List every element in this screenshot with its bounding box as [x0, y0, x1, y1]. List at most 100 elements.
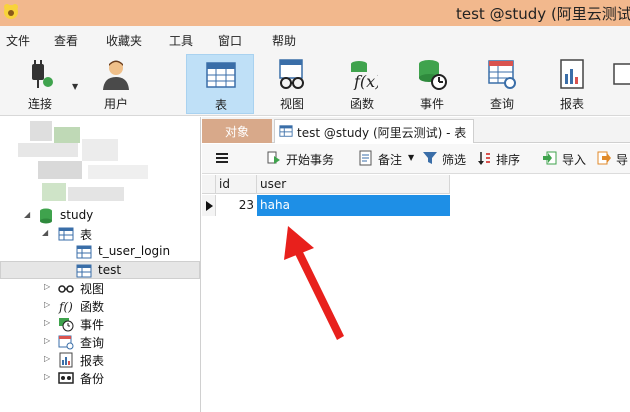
event-icon [419, 60, 447, 90]
grid-cell-id[interactable]: 23 [216, 195, 257, 216]
tree-tables-label: 表 [80, 228, 93, 242]
export-button[interactable]: 导 [596, 150, 630, 168]
tree-functions-label: 函数 [80, 300, 105, 314]
query-icon [58, 335, 74, 350]
begin-transaction-button[interactable]: 开始事务 [266, 150, 342, 168]
expand-arrow-icon[interactable]: ▷ [44, 336, 50, 345]
menu-file[interactable]: 文件 [6, 32, 30, 49]
expand-arrow-icon[interactable]: ▷ [44, 318, 50, 327]
report-label: 报表 [559, 97, 584, 111]
tab-objects[interactable]: 对象 [202, 119, 272, 143]
table-button[interactable]: 表 [186, 54, 254, 114]
function-button[interactable]: f(x) 函数 [330, 54, 394, 114]
tree-db-study[interactable]: ◢ study [0, 207, 200, 225]
expand-arrow-icon[interactable]: ▷ [44, 300, 50, 309]
view-button[interactable]: 视图 [260, 54, 324, 114]
connect-dropdown-icon[interactable]: ▼ [72, 82, 78, 91]
tab-bar: 对象 test @study (阿里云测试) - 表 [202, 117, 630, 143]
svg-text:f(x): f(x) [353, 72, 378, 90]
connect-button[interactable]: 连接 [8, 54, 72, 114]
table-icon [279, 125, 293, 137]
table-icon [206, 62, 236, 88]
tab-doc-label: test @study (阿里云测试) - 表 [297, 126, 467, 140]
expand-arrow-icon[interactable]: ▷ [44, 282, 50, 291]
expand-arrow-icon[interactable]: ▷ [44, 354, 50, 363]
function-icon: f() [58, 300, 73, 314]
export-icon [597, 151, 611, 165]
event-button[interactable]: 事件 [400, 54, 464, 114]
tree-table-t-user-login[interactable]: t_user_login [0, 243, 200, 261]
tree-events-group[interactable]: ▷ 事件 [0, 315, 200, 333]
tree-queries-group[interactable]: ▷ 查询 [0, 333, 200, 351]
current-row-arrow-icon [206, 201, 213, 211]
backup-icon [58, 372, 74, 384]
menu-window[interactable]: 窗口 [218, 32, 242, 49]
tree-reports-label: 报表 [80, 354, 105, 368]
query-label: 查询 [489, 97, 514, 111]
tree-table-test[interactable]: test [0, 261, 200, 279]
plug-icon [32, 60, 53, 88]
svg-text:f(): f() [58, 300, 73, 314]
event-label: 事件 [419, 97, 444, 111]
memo-icon [359, 150, 372, 166]
menu-bar: 文件 查看 收藏夹 工具 窗口 帮助 [0, 26, 630, 52]
column-header-id[interactable]: id [216, 175, 257, 194]
collapse-arrow-icon[interactable]: ◢ [42, 228, 48, 237]
column-header-user[interactable]: user [257, 175, 450, 194]
import-icon [543, 151, 557, 165]
row-indicator[interactable] [202, 195, 216, 216]
report-button[interactable]: 报表 [540, 54, 604, 114]
table-icon [76, 264, 92, 278]
tab-table-test[interactable]: test @study (阿里云测试) - 表 [274, 119, 474, 143]
menu-button[interactable] [214, 150, 234, 168]
tree-backups-label: 备份 [80, 372, 105, 386]
memo-button[interactable]: 备注 ▼ [358, 150, 414, 168]
query-button[interactable]: 查询 [470, 54, 534, 114]
tree-events-label: 事件 [80, 318, 105, 332]
row-header-corner [202, 175, 216, 194]
function-label: 函数 [349, 97, 374, 111]
memo-dropdown-icon[interactable]: ▼ [408, 153, 414, 162]
report-icon [560, 59, 584, 89]
toolbar-overflow-button[interactable] [610, 54, 630, 114]
tree-reports-group[interactable]: ▷ 报表 [0, 351, 200, 369]
event-icon [59, 318, 74, 332]
title-bar: test @study (阿里云测试) [0, 0, 630, 26]
sort-icon [478, 152, 490, 165]
tree-views-label: 视图 [80, 282, 105, 296]
user-label: 用户 [103, 97, 128, 111]
user-button[interactable]: 用户 [84, 54, 148, 114]
menu-view[interactable]: 查看 [54, 32, 78, 49]
blurred-region [8, 121, 158, 207]
tree-backups-group[interactable]: ▷ 备份 [0, 369, 200, 387]
query-icon [488, 60, 516, 89]
tree-table-label: t_user_login [98, 244, 171, 258]
menu-help[interactable]: 帮助 [272, 32, 296, 49]
tree-table-label: test [98, 263, 122, 277]
table-toolbar: 开始事务 备注 ▼ 筛选 排序 导入 导 [202, 144, 630, 174]
transaction-icon [267, 151, 280, 164]
import-button[interactable]: 导入 [542, 150, 592, 168]
grid-cell-user[interactable]: haha [257, 195, 450, 216]
import-label: 导入 [562, 153, 587, 167]
menu-favorites[interactable]: 收藏夹 [106, 32, 142, 49]
menu-tools[interactable]: 工具 [169, 32, 193, 49]
app-logo-icon [4, 4, 18, 19]
glasses-icon [58, 285, 74, 293]
tree-tables-group[interactable]: ◢ 表 [0, 225, 200, 243]
filter-button[interactable]: 筛选 [422, 150, 470, 168]
report-icon [59, 352, 73, 368]
function-icon: f(x) [351, 61, 378, 90]
tree-views-group[interactable]: ▷ 视图 [0, 279, 200, 297]
table-icon [58, 227, 74, 241]
tab-objects-label: 对象 [224, 125, 249, 139]
begin-transaction-label: 开始事务 [286, 153, 335, 167]
tree-db-label: study [60, 208, 94, 222]
user-icon [103, 60, 129, 90]
sort-button[interactable]: 排序 [476, 150, 524, 168]
collapse-arrow-icon[interactable]: ◢ [24, 210, 30, 219]
tree-functions-group[interactable]: ▷ f() 函数 [0, 297, 200, 315]
column-header-label: id [219, 177, 230, 191]
expand-arrow-icon[interactable]: ▷ [44, 372, 50, 381]
hamburger-icon [216, 153, 228, 163]
